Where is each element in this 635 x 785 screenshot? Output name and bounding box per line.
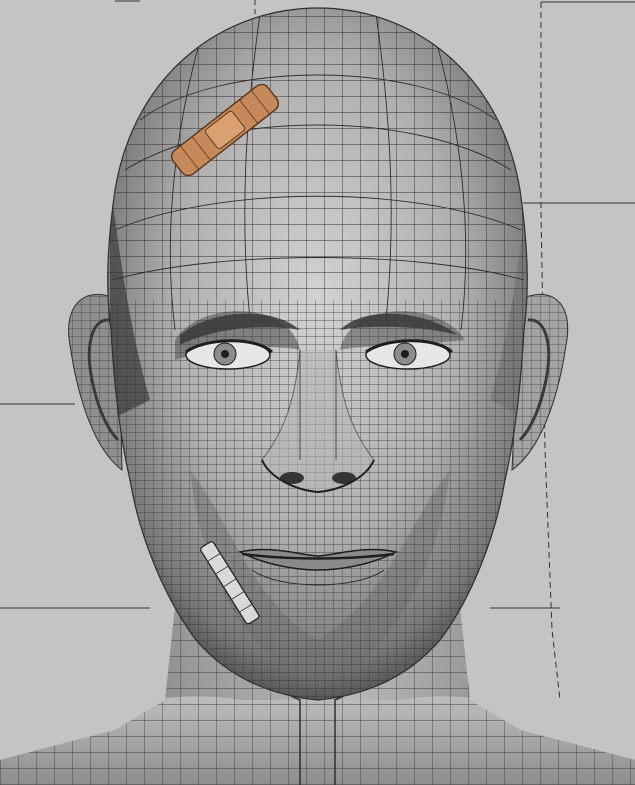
- head-wireframe-render: [0, 0, 635, 785]
- right-eye: [365, 339, 454, 370]
- left-eye: [185, 339, 274, 370]
- modeling-viewport[interactable]: [0, 0, 635, 785]
